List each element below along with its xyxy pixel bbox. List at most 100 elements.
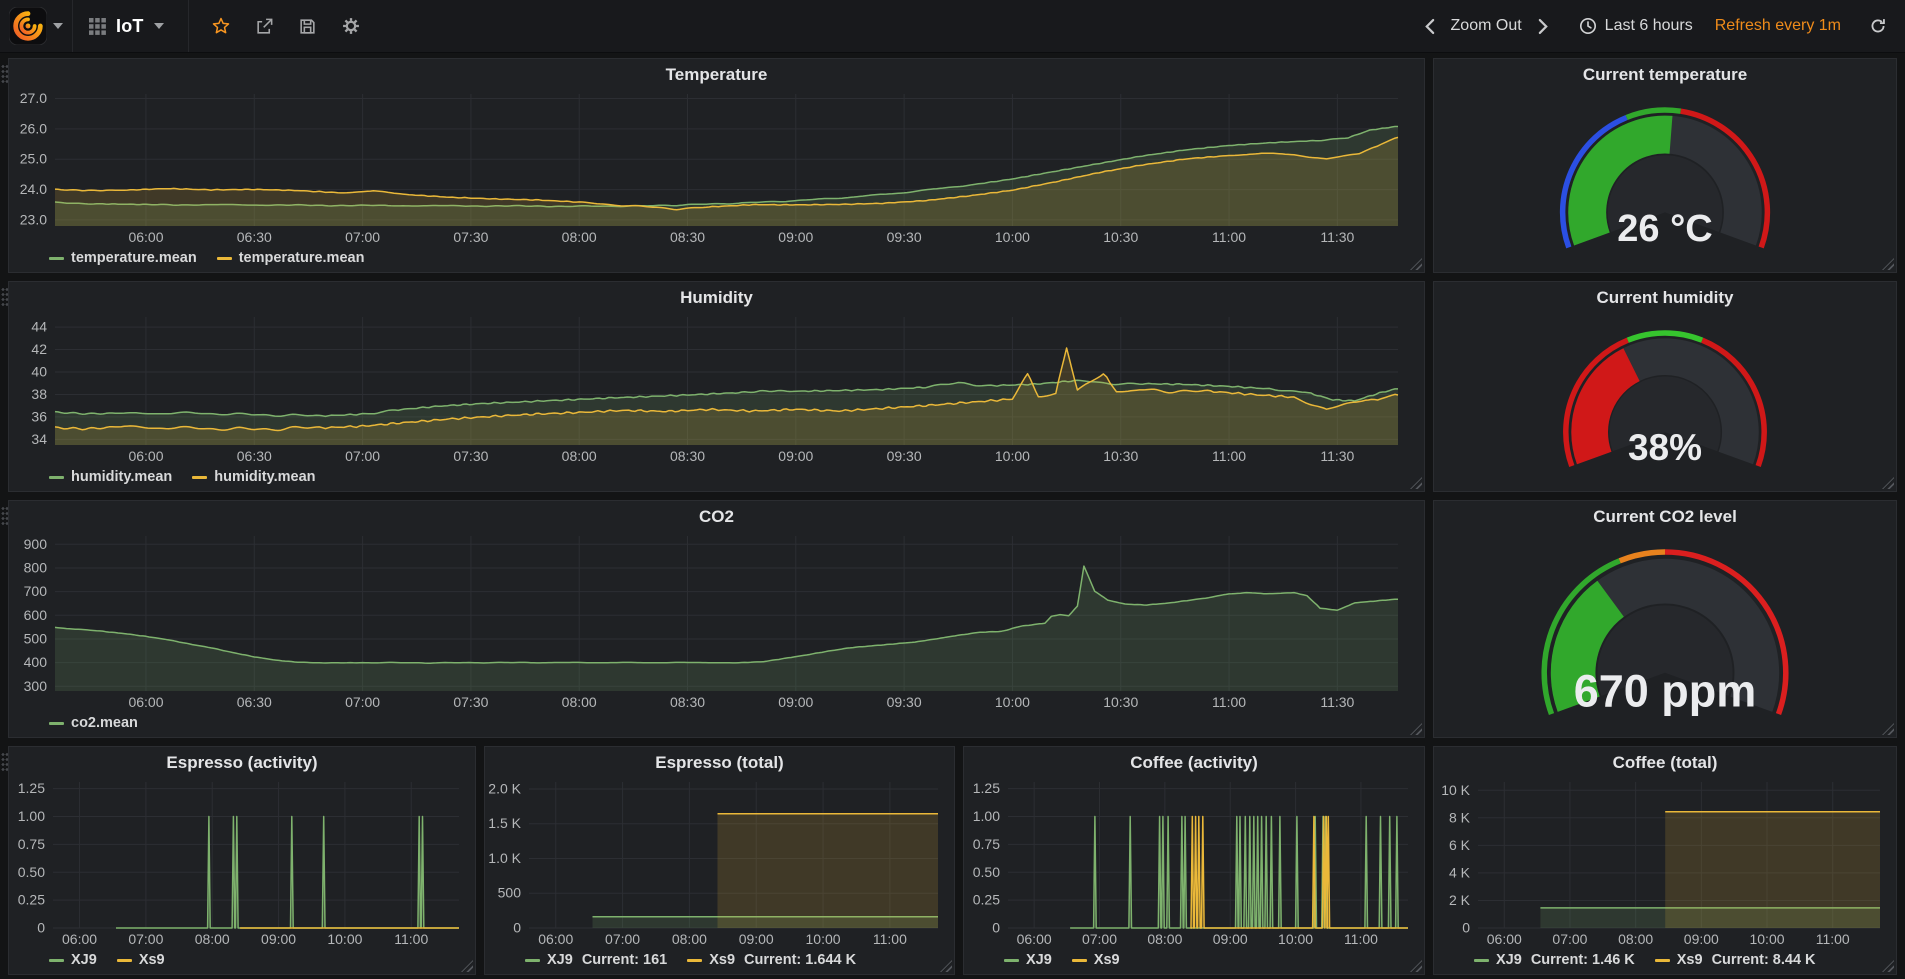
svg-text:10:00: 10:00 bbox=[995, 448, 1030, 464]
svg-text:06:30: 06:30 bbox=[237, 448, 272, 464]
legend-series-label: temperature.mean bbox=[239, 250, 365, 266]
svg-text:10:00: 10:00 bbox=[327, 931, 362, 947]
legend-series-label: XJ9 bbox=[71, 952, 97, 968]
svg-text:08:00: 08:00 bbox=[1618, 931, 1653, 947]
star-icon bbox=[211, 16, 231, 36]
svg-text:800: 800 bbox=[24, 559, 48, 575]
zoom-out-left-button[interactable] bbox=[1422, 16, 1437, 37]
refresh-button[interactable] bbox=[1867, 15, 1889, 37]
svg-text:23.0: 23.0 bbox=[20, 211, 47, 227]
legend-series-marker bbox=[687, 959, 702, 962]
legend-item-humidity.mean[interactable]: humidity.mean bbox=[192, 469, 315, 485]
svg-text:500: 500 bbox=[24, 630, 48, 646]
panel-title-temperature[interactable]: Temperature bbox=[9, 59, 1424, 86]
legend-series-label: Xs9 bbox=[709, 952, 735, 968]
legend-item-XJ9[interactable]: XJ9Current: 161 bbox=[525, 952, 667, 968]
gauge-current-co2[interactable]: 670 ppm bbox=[1434, 528, 1896, 737]
svg-text:06:30: 06:30 bbox=[237, 229, 272, 245]
legend-series-marker bbox=[1474, 959, 1489, 962]
chart-coffee-total[interactable]: 06:0007:0008:0009:0010:0011:0002 K4 K6 K… bbox=[1434, 774, 1896, 948]
save-button[interactable] bbox=[296, 15, 319, 38]
gauge-current-humidity[interactable]: 38% bbox=[1434, 309, 1896, 491]
svg-text:09:00: 09:00 bbox=[261, 931, 296, 947]
svg-text:09:00: 09:00 bbox=[778, 448, 813, 464]
svg-text:11:00: 11:00 bbox=[1212, 229, 1246, 245]
chart-espresso-activity[interactable]: 06:0007:0008:0009:0010:0011:0000.250.500… bbox=[9, 774, 475, 948]
panel-title-espresso-activity[interactable]: Espresso (activity) bbox=[9, 747, 475, 774]
panel-title-coffee-total[interactable]: Coffee (total) bbox=[1434, 747, 1896, 774]
legend-series-label: Xs9 bbox=[139, 952, 165, 968]
svg-text:08:00: 08:00 bbox=[1147, 931, 1182, 947]
panel-current-temperature: Current temperature 26 °C bbox=[1433, 58, 1897, 273]
caret-down-icon bbox=[53, 23, 63, 29]
panel-title-current-temperature[interactable]: Current temperature bbox=[1434, 59, 1896, 86]
panel-title-coffee-activity[interactable]: Coffee (activity) bbox=[964, 747, 1424, 774]
dashboard-picker[interactable]: IoT bbox=[73, 0, 189, 52]
legend-item-XJ9[interactable]: XJ9Current: 1.46 K bbox=[1474, 952, 1635, 968]
panel-title-espresso-total[interactable]: Espresso (total) bbox=[485, 747, 954, 774]
chart-co2[interactable]: 06:0006:3007:0007:3008:0008:3009:0009:30… bbox=[9, 528, 1424, 711]
chart-coffee-activity[interactable]: 06:0007:0008:0009:0010:0011:0000.250.500… bbox=[964, 774, 1424, 948]
svg-text:4 K: 4 K bbox=[1449, 864, 1471, 880]
svg-text:09:00: 09:00 bbox=[778, 694, 813, 710]
legend-coffee-activity: XJ9 Xs9 bbox=[1004, 949, 1416, 971]
svg-text:11:00: 11:00 bbox=[1212, 694, 1246, 710]
panel-title-current-humidity[interactable]: Current humidity bbox=[1434, 282, 1896, 309]
svg-text:11:30: 11:30 bbox=[1320, 229, 1354, 245]
svg-text:38: 38 bbox=[31, 386, 47, 402]
refresh-icon bbox=[1869, 17, 1887, 35]
svg-text:0.25: 0.25 bbox=[973, 892, 1000, 908]
legend-item-Xs9[interactable]: Xs9Current: 1.644 K bbox=[687, 952, 856, 968]
gauge-current-temperature[interactable]: 26 °C bbox=[1434, 86, 1896, 272]
legend-espresso-activity: XJ9 Xs9 bbox=[49, 949, 467, 971]
legend-item-Xs9[interactable]: Xs9 bbox=[117, 952, 165, 968]
svg-text:09:30: 09:30 bbox=[887, 694, 922, 710]
legend-series-label: XJ9 bbox=[1026, 952, 1052, 968]
save-icon bbox=[298, 17, 317, 36]
grafana-logo-button[interactable] bbox=[0, 0, 73, 52]
svg-text:09:00: 09:00 bbox=[739, 931, 774, 947]
time-range-picker[interactable]: Last 6 hours bbox=[1577, 15, 1695, 37]
panel-title-humidity[interactable]: Humidity bbox=[9, 282, 1424, 309]
legend-series-label: humidity.mean bbox=[214, 469, 315, 485]
legend-series-current-value: Current: 1.46 K bbox=[1531, 952, 1635, 968]
svg-text:10:30: 10:30 bbox=[1103, 694, 1138, 710]
star-button[interactable] bbox=[209, 14, 233, 38]
legend-item-temperature.mean[interactable]: temperature.mean bbox=[49, 250, 197, 266]
legend-item-Xs9[interactable]: Xs9Current: 8.44 K bbox=[1655, 952, 1816, 968]
svg-text:0: 0 bbox=[992, 920, 1000, 936]
svg-text:0.50: 0.50 bbox=[18, 864, 45, 880]
panel-title-co2[interactable]: CO2 bbox=[9, 501, 1424, 528]
zoom-out-right-button[interactable] bbox=[1536, 16, 1551, 37]
svg-text:07:30: 07:30 bbox=[453, 448, 488, 464]
time-controls: Zoom Out Last 6 hours Refresh every 1m bbox=[1422, 15, 1905, 37]
share-button[interactable] bbox=[253, 15, 276, 38]
legend-item-Xs9[interactable]: Xs9 bbox=[1072, 952, 1120, 968]
svg-text:2 K: 2 K bbox=[1449, 892, 1471, 908]
legend-item-humidity.mean[interactable]: humidity.mean bbox=[49, 469, 172, 485]
grafana-logo-icon bbox=[9, 7, 47, 45]
caret-down-icon bbox=[154, 23, 164, 29]
legend-item-temperature.mean[interactable]: temperature.mean bbox=[217, 250, 365, 266]
legend-item-XJ9[interactable]: XJ9 bbox=[49, 952, 97, 968]
refresh-interval-picker[interactable]: Refresh every 1m bbox=[1713, 15, 1843, 37]
svg-text:24.0: 24.0 bbox=[20, 181, 47, 197]
legend-series-marker bbox=[49, 959, 64, 962]
svg-text:1.00: 1.00 bbox=[18, 808, 45, 824]
svg-text:27.0: 27.0 bbox=[20, 90, 47, 106]
svg-text:08:00: 08:00 bbox=[195, 931, 230, 947]
svg-text:06:00: 06:00 bbox=[538, 931, 573, 947]
svg-text:10:00: 10:00 bbox=[806, 931, 841, 947]
svg-text:500: 500 bbox=[498, 885, 522, 901]
chart-humidity[interactable]: 06:0006:3007:0007:3008:0008:3009:0009:30… bbox=[9, 309, 1424, 465]
settings-button[interactable] bbox=[339, 14, 363, 38]
zoom-out-button[interactable]: Zoom Out bbox=[1449, 15, 1524, 37]
panel-title-current-co2[interactable]: Current CO2 level bbox=[1434, 501, 1896, 528]
legend-item-XJ9[interactable]: XJ9 bbox=[1004, 952, 1052, 968]
panel-espresso-total: Espresso (total) 06:0007:0008:0009:0010:… bbox=[484, 746, 955, 975]
dashboard-title: IoT bbox=[116, 16, 144, 37]
chart-espresso-total[interactable]: 06:0007:0008:0009:0010:0011:0005001.0 K1… bbox=[485, 774, 954, 948]
legend-item-co2.mean[interactable]: co2.mean bbox=[49, 715, 138, 731]
svg-text:1.00: 1.00 bbox=[973, 808, 1000, 824]
chart-temperature[interactable]: 06:0006:3007:0007:3008:0008:3009:0009:30… bbox=[9, 86, 1424, 246]
